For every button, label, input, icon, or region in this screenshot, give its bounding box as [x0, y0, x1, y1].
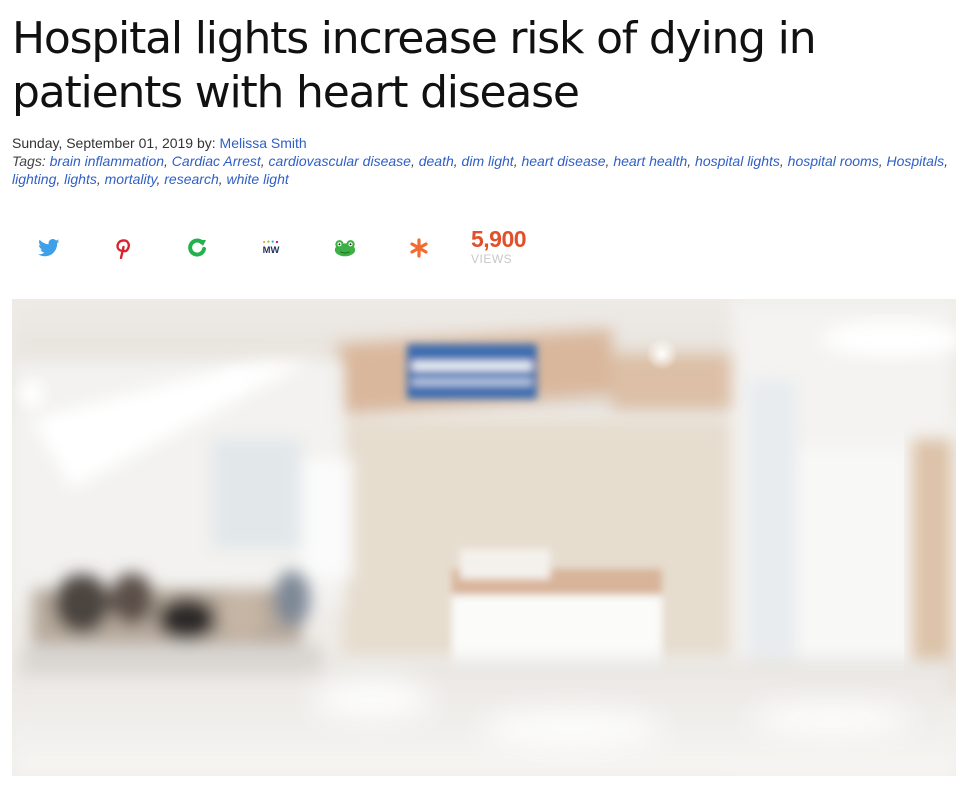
- byline: Sunday, September 01, 2019 by: Melissa S…: [12, 134, 956, 152]
- frog-share-button[interactable]: [333, 236, 357, 260]
- tag-link[interactable]: Hospitals: [886, 153, 944, 169]
- hospital-lobby-photo: [12, 299, 956, 776]
- pinterest-share-button[interactable]: [111, 236, 135, 260]
- tags-list: Tags: brain inflammation, Cardiac Arrest…: [12, 152, 952, 188]
- tag-link[interactable]: death: [419, 153, 454, 169]
- hero-image: [12, 299, 956, 776]
- views-count: 5,900: [471, 226, 527, 252]
- tags-label: Tags:: [12, 153, 50, 169]
- views-counter: 5,900 VIEWS: [471, 226, 527, 266]
- tag-link[interactable]: heart health: [613, 153, 687, 169]
- tag-link[interactable]: brain inflammation: [50, 153, 164, 169]
- svg-text:MW: MW: [263, 244, 280, 255]
- mewe-share-button[interactable]: MW: [259, 236, 283, 260]
- tag-separator: ,: [96, 171, 105, 187]
- pinterest-icon: [116, 239, 130, 259]
- tag-separator: ,: [453, 153, 462, 169]
- tag-link[interactable]: Cardiac Arrest: [172, 153, 261, 169]
- tag-link[interactable]: research: [164, 171, 218, 187]
- tag-separator: ,: [260, 153, 269, 169]
- tag-separator: ,: [218, 171, 227, 187]
- article-headline: Hospital lights increase risk of dying i…: [12, 13, 817, 118]
- twitter-icon: [38, 239, 60, 257]
- more-share-button[interactable]: [407, 236, 431, 260]
- mewe-icon: MW: [263, 240, 280, 255]
- tag-link[interactable]: dim light: [462, 153, 514, 169]
- tag-separator: ,: [944, 153, 948, 169]
- tag-links: brain inflammation, Cardiac Arrest, card…: [12, 153, 948, 187]
- byline-date: Sunday, September 01, 2019 by:: [12, 135, 220, 151]
- gab-icon: [188, 238, 206, 257]
- tag-separator: ,: [56, 171, 65, 187]
- tag-link[interactable]: hospital rooms: [788, 153, 879, 169]
- share-bar: MW 5,900 VIEWS: [12, 228, 956, 272]
- asterisk-icon: [410, 238, 428, 258]
- tag-separator: ,: [687, 153, 696, 169]
- tag-link[interactable]: mortality: [105, 171, 157, 187]
- tag-separator: ,: [779, 153, 788, 169]
- tag-link[interactable]: lighting: [12, 171, 56, 187]
- gab-share-button[interactable]: [185, 236, 209, 260]
- tag-separator: ,: [164, 153, 172, 169]
- tag-link[interactable]: heart disease: [521, 153, 605, 169]
- tag-link[interactable]: hospital lights: [695, 153, 780, 169]
- tag-link[interactable]: cardiovascular disease: [269, 153, 411, 169]
- frog-icon: [334, 240, 356, 257]
- author-link[interactable]: Melissa Smith: [220, 135, 307, 151]
- article: Hospital lights increase risk of dying i…: [12, 0, 956, 272]
- tag-link[interactable]: lights: [64, 171, 97, 187]
- tag-link[interactable]: white light: [227, 171, 289, 187]
- twitter-share-button[interactable]: [37, 236, 61, 260]
- views-label: VIEWS: [471, 252, 513, 266]
- tag-separator: ,: [410, 153, 419, 169]
